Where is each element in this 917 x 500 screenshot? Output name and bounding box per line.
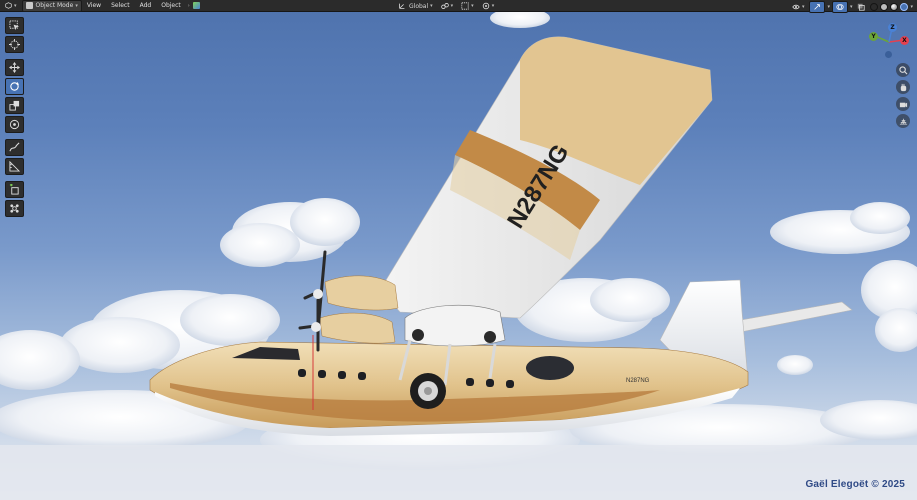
xray-toggle[interactable]: [854, 2, 868, 12]
chevron-down-icon: ▾: [14, 2, 17, 9]
camera-view-button[interactable]: [896, 97, 910, 111]
wireframe-shading-button[interactable]: [870, 3, 879, 11]
scale-tool[interactable]: [5, 97, 24, 114]
gizmo-y-axis[interactable]: Y: [869, 32, 878, 41]
add-object-icon: [10, 204, 19, 213]
3d-viewport-icon: [5, 2, 12, 9]
menu-object[interactable]: Object: [156, 2, 186, 9]
header-center-tools: Global ▾ ▾ ▾ ▾: [393, 1, 497, 11]
select-box-icon: [9, 20, 20, 31]
hand-icon: [900, 83, 906, 91]
annotate-tool[interactable]: [5, 139, 24, 156]
zoom-button[interactable]: [896, 63, 910, 77]
snap-button[interactable]: ▾: [458, 1, 477, 11]
chevron-right-icon: ›: [187, 2, 190, 9]
chevron-down-icon: ▾: [491, 3, 495, 9]
gizmo-z-axis[interactable]: Z: [888, 23, 897, 32]
transform-icon: [9, 119, 20, 130]
annotate-icon: [9, 142, 20, 152]
mode-selector[interactable]: Object Mode ▾: [21, 0, 82, 12]
chevron-down-icon: ▾: [801, 4, 805, 10]
eye-icon: [792, 4, 800, 10]
scale-icon: [9, 100, 20, 111]
orientation-icon: [399, 3, 405, 9]
chevron-down-icon: ▾: [471, 3, 474, 9]
transform-orientation-selector[interactable]: Global ▾: [395, 1, 436, 11]
mode-label: Object Mode: [35, 2, 74, 9]
rendered-scene: N287NG N287NG: [0, 8, 917, 500]
transform-tool[interactable]: [5, 116, 24, 133]
rotate-tool[interactable]: [5, 78, 24, 95]
add-cube-icon: [9, 184, 19, 195]
chevron-down-icon: ▾: [450, 3, 454, 9]
gizmo-neg-z-axis[interactable]: [885, 51, 892, 58]
proportional-edit-button[interactable]: ▾: [479, 1, 498, 11]
camera-icon: [899, 102, 907, 107]
cursor-tool[interactable]: [5, 36, 24, 53]
header-right-tools: ▾ ▾ ▾ ▾: [787, 1, 913, 13]
cursor-icon: [9, 39, 20, 50]
pivot-point-button[interactable]: ▾: [438, 1, 457, 11]
chevron-down-icon: ▾: [75, 2, 78, 9]
overlay-icon: [836, 4, 844, 10]
view-navigation-buttons: [896, 63, 910, 131]
pan-button[interactable]: [896, 80, 910, 94]
material-shading-button[interactable]: [890, 3, 899, 11]
rotate-icon: [10, 81, 20, 91]
object-mode-icon: [25, 2, 33, 9]
xray-icon: [858, 3, 866, 11]
orientation-label: Global: [409, 2, 429, 10]
move-tool[interactable]: [5, 59, 24, 76]
overlays-toggle[interactable]: [831, 1, 848, 13]
3d-viewport[interactable]: N287NG N287NG Gaël Elegoët © 2025 Z Y X: [0, 0, 917, 500]
move-icon: [9, 62, 20, 73]
grid-icon: [899, 118, 907, 125]
gizmo-icon: [814, 4, 821, 10]
snap-icon: [461, 2, 469, 10]
measure-icon: [9, 161, 20, 172]
tool-shelf: [5, 17, 25, 219]
menu-view[interactable]: View: [82, 2, 106, 9]
proportional-edit-icon: [482, 2, 489, 10]
viewport-header: ▾ Object Mode ▾ View Select Add Object ›…: [0, 0, 917, 13]
solid-shading-button[interactable]: [880, 3, 889, 11]
add-object-tool[interactable]: [5, 200, 24, 217]
menu-select[interactable]: Select: [106, 2, 135, 9]
chevron-down-icon: ▾: [849, 4, 853, 10]
gizmo-x-axis[interactable]: X: [900, 36, 909, 45]
chevron-down-icon: ▾: [430, 3, 433, 9]
chevron-down-icon: ▾: [827, 4, 830, 10]
material-icon[interactable]: [192, 2, 200, 9]
visibility-button[interactable]: ▾: [789, 2, 808, 12]
perspective-toggle-button[interactable]: [896, 114, 910, 128]
measure-tool[interactable]: [5, 158, 24, 175]
author-credit: Gaël Elegoët © 2025: [805, 479, 905, 490]
editor-type-button[interactable]: ▾: [2, 1, 20, 11]
gizmos-toggle[interactable]: [809, 1, 826, 13]
rendered-shading-button[interactable]: [900, 3, 909, 11]
link-icon: [440, 3, 449, 9]
menu-add[interactable]: Add: [135, 2, 157, 9]
fuselage-registration: N287NG: [626, 378, 650, 384]
select-box-tool[interactable]: [5, 17, 24, 34]
chevron-down-icon: ▾: [910, 4, 913, 10]
add-cube-tool[interactable]: [5, 181, 24, 198]
navigation-gizmo[interactable]: Z Y X: [862, 20, 912, 64]
zoom-icon: [898, 65, 907, 74]
blender-window: N287NG N287NG Gaël Elegoët © 2025 Z Y X: [0, 0, 917, 500]
